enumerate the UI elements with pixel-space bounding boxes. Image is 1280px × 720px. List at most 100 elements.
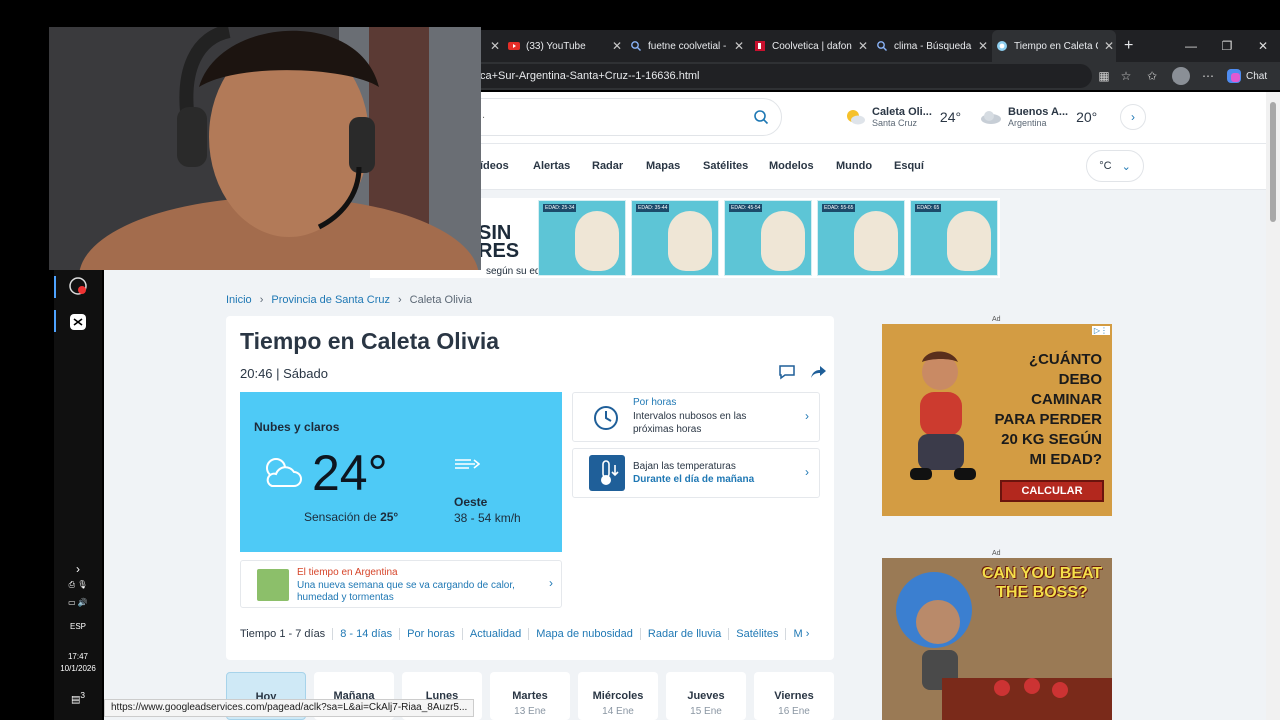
ad-tile[interactable]: EDAD: 35-44 xyxy=(631,200,719,276)
nav-mapas[interactable]: Mapas xyxy=(646,160,680,172)
url-text: ca+Sur-Argentina-Santa+Cruz--1-16636.htm… xyxy=(480,70,700,82)
tray-icons[interactable]: ⎙ 🎙 xyxy=(54,580,102,590)
tab-satellites[interactable]: Satélites xyxy=(728,628,785,640)
city-region: Santa Cruz xyxy=(872,118,918,128)
clock-time[interactable]: 17:47 xyxy=(54,652,102,661)
nav-satelites[interactable]: Satélites xyxy=(703,160,748,172)
tab-search-clima[interactable]: clima - Búsqueda ✕ xyxy=(872,30,988,62)
dafont-icon xyxy=(755,41,765,51)
close-icon[interactable]: ✕ xyxy=(1104,39,1114,53)
close-window-button[interactable]: ✕ xyxy=(1246,30,1280,62)
hourly-text-2: próximas horas xyxy=(633,424,702,435)
chevron-right-icon[interactable]: › xyxy=(1120,104,1146,130)
nav-modelos[interactable]: Modelos xyxy=(769,160,814,172)
tab-8-14-days[interactable]: 8 - 14 días xyxy=(332,628,399,640)
breadcrumb-home[interactable]: Inicio xyxy=(226,294,252,306)
weather-favicon xyxy=(997,41,1007,51)
hourly-link[interactable]: Por horas Intervalos nubosos en las próx… xyxy=(572,392,820,442)
ad-label: Ad xyxy=(992,316,1001,323)
tab-news[interactable]: Actualidad xyxy=(461,628,528,640)
feels-like-label: Sensación de xyxy=(304,510,381,524)
ad-tile[interactable]: EDAD: 65 xyxy=(910,200,998,276)
current-temperature: 24° xyxy=(312,445,388,501)
url-field[interactable]: ca+Sur-Argentina-Santa+Cruz--1-16636.htm… xyxy=(480,64,1092,88)
network-volume-icons[interactable]: ▭ 🔊 xyxy=(54,598,102,607)
capcut-icon[interactable] xyxy=(68,312,88,332)
ad-tile[interactable]: EDAD: 45-54 xyxy=(724,200,812,276)
chat-label: Chat xyxy=(1246,70,1268,82)
tab-weather[interactable]: Tiempo en Caleta O ✕ xyxy=(992,30,1116,62)
favorites-icon[interactable]: ✩ xyxy=(1144,68,1160,84)
city-region: Argentina xyxy=(1008,118,1047,128)
close-icon[interactable]: ✕ xyxy=(978,39,988,53)
minimize-button[interactable]: — xyxy=(1174,30,1208,62)
side-ad-game[interactable]: ▷⋮ CAN YOU BEAT THE BOSS? xyxy=(882,558,1112,720)
close-icon[interactable]: ✕ xyxy=(612,39,622,53)
day-name: Viernes xyxy=(774,690,814,702)
share-icon[interactable] xyxy=(810,364,828,380)
clock-date[interactable]: 10/1/2026 xyxy=(54,664,102,673)
nav-alertas[interactable]: Alertas xyxy=(533,160,570,172)
language-indicator[interactable]: ESP xyxy=(54,622,102,631)
day-card[interactable]: Martes 13 Ene xyxy=(490,672,570,720)
search-icon xyxy=(631,41,641,51)
ad-tile-title: EDAD: 55-65 xyxy=(822,204,856,212)
day-card[interactable]: Viernes 16 Ene xyxy=(754,672,834,720)
tab-search-fuente[interactable]: fuetne coolvetial - B ✕ xyxy=(626,30,744,62)
restore-button[interactable]: ❐ xyxy=(1210,30,1244,62)
day-card[interactable]: Miércoles 14 Ene xyxy=(578,672,658,720)
nav-radar[interactable]: Radar xyxy=(592,160,623,172)
tab-hourly[interactable]: Por horas xyxy=(399,628,462,640)
chevron-up-icon[interactable]: › xyxy=(54,562,102,576)
close-icon[interactable]: ✕ xyxy=(858,39,868,53)
feels-like: Sensación de 25° xyxy=(304,510,398,524)
more-menu-icon[interactable]: ⋯ xyxy=(1200,68,1216,84)
webcam-overlay xyxy=(49,27,481,270)
news-headline: Una nueva semana que se va cargando de c… xyxy=(297,580,537,604)
city-chip-buenos-aires[interactable]: Buenos A... Argentina 20° xyxy=(980,102,1097,132)
notification-icon[interactable]: ▤3 xyxy=(54,690,102,705)
search-icon[interactable] xyxy=(753,109,769,125)
comment-icon[interactable] xyxy=(778,364,796,380)
app-install-icon[interactable]: ▦ xyxy=(1096,68,1112,84)
ad-tile[interactable]: EDAD: 25-34 xyxy=(538,200,626,276)
tab-rain-radar[interactable]: Radar de lluvia xyxy=(639,628,728,640)
ad-tile[interactable]: EDAD: 55-65 xyxy=(817,200,905,276)
side-ad-walking[interactable]: ▷⋮ ¿CUÁNTO DEBO CAMINAR PARA PERDER 20 K… xyxy=(882,324,1112,516)
unit-selector[interactable]: °C ⌄ xyxy=(1086,150,1144,182)
close-icon[interactable]: ✕ xyxy=(734,39,744,53)
tab-cloud-map[interactable]: Mapa de nubosidad xyxy=(528,628,640,640)
profile-avatar[interactable] xyxy=(1172,67,1190,85)
webcam-person-image xyxy=(49,27,481,270)
nav-mundo[interactable]: Mundo xyxy=(836,160,872,172)
close-icon[interactable]: ✕ xyxy=(490,39,500,53)
temperature-drop-link[interactable]: Bajan las temperaturas Durante el día de… xyxy=(572,448,820,498)
record-app-icon[interactable] xyxy=(68,276,88,296)
news-card[interactable]: El tiempo en Argentina Una nueva semana … xyxy=(240,560,562,608)
address-bar: ca+Sur-Argentina-Santa+Cruz--1-16636.htm… xyxy=(480,62,1280,90)
tab-more[interactable]: M › xyxy=(785,628,816,640)
breadcrumb-province[interactable]: Provincia de Santa Cruz xyxy=(271,294,390,306)
ad-tile-image xyxy=(761,211,805,271)
star-icon[interactable]: ☆ xyxy=(1118,68,1134,84)
new-tab-button[interactable]: + xyxy=(1120,30,1140,62)
tab-close-partial[interactable]: ✕ xyxy=(480,30,502,62)
weather-card: Tiempo en Caleta Olivia 20:46 | Sábado N… xyxy=(226,316,834,660)
ad-headline-2: RES xyxy=(478,240,520,262)
day-card[interactable]: Jueves 15 Ene xyxy=(666,672,746,720)
tab-youtube[interactable]: (33) YouTube ✕ xyxy=(504,30,622,62)
cloud-icon xyxy=(981,111,1001,124)
tab-dafont[interactable]: Coolvetica | dafont. ✕ xyxy=(750,30,868,62)
plus-icon[interactable]: + xyxy=(1124,37,1133,55)
nav-esqui[interactable]: Esquí xyxy=(894,160,924,172)
page-scrollbar[interactable] xyxy=(1266,92,1280,720)
tab-label: (33) YouTube xyxy=(526,40,586,52)
tab-1-7-days[interactable]: Tiempo 1 - 7 días xyxy=(240,628,332,640)
ad-calculate-button[interactable]: CALCULAR xyxy=(1000,480,1104,502)
scroll-thumb[interactable] xyxy=(1270,102,1276,222)
adchoices-icon[interactable]: ▷⋮ xyxy=(1091,326,1110,335)
copilot-chat-button[interactable]: Chat xyxy=(1226,65,1267,87)
nav-videos[interactable]: ídeos xyxy=(480,160,509,172)
city-chip-caleta[interactable]: Caleta Oli... Santa Cruz 24° xyxy=(844,102,961,132)
temperature-drop-title: Bajan las temperaturas xyxy=(633,461,736,472)
